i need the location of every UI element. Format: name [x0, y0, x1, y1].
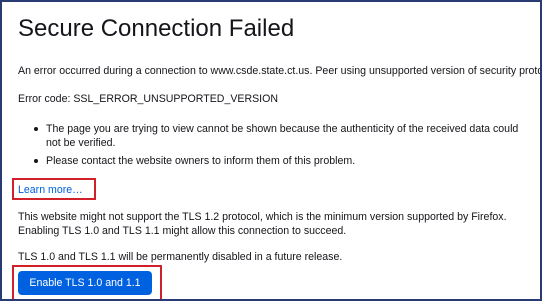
error-details-list: The page you are trying to view cannot b… — [18, 122, 526, 172]
list-item-text: Please contact the website owners to inf… — [46, 155, 356, 167]
error-code: Error code: SSL_ERROR_UNSUPPORTED_VERSIO… — [18, 93, 279, 105]
list-item: The page you are trying to view cannot b… — [18, 122, 526, 150]
tls-deprecation-note: TLS 1.0 and TLS 1.1 will be permanently … — [18, 251, 343, 263]
bullet-icon — [34, 127, 38, 131]
error-description: An error occurred during a connection to… — [18, 65, 542, 77]
list-item-text: The page you are trying to view cannot b… — [46, 123, 519, 149]
screenshot-frame: Secure Connection Failed An error occurr… — [0, 0, 542, 301]
page-title: Secure Connection Failed — [18, 15, 295, 42]
tls-info-text: This website might not support the TLS 1… — [18, 211, 507, 237]
learn-more-link[interactable]: Learn more… — [18, 184, 83, 196]
enable-tls-button[interactable]: Enable TLS 1.0 and 1.1 — [18, 271, 152, 295]
bullet-icon — [34, 159, 38, 163]
list-item: Please contact the website owners to inf… — [18, 154, 526, 168]
